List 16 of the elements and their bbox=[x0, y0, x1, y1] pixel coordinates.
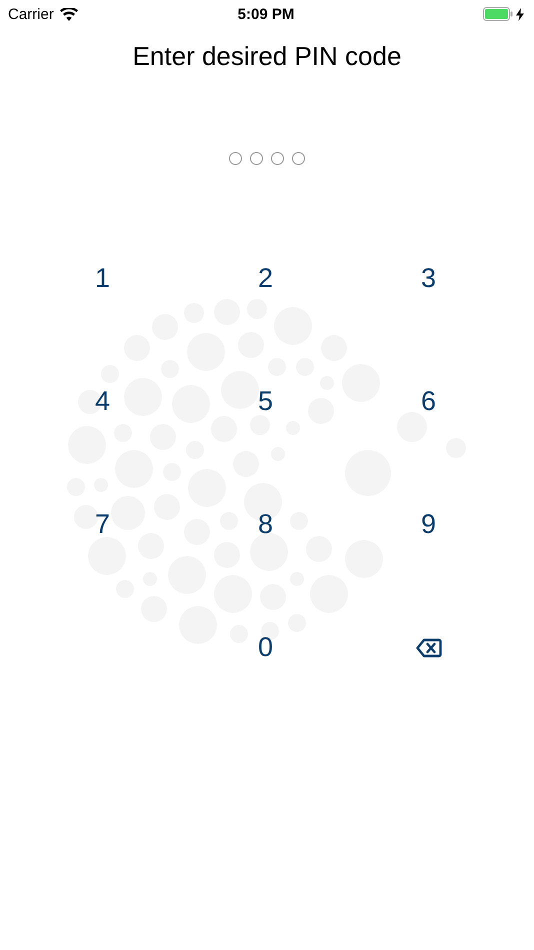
status-time: 5:09 PM bbox=[238, 6, 294, 22]
digit-key[interactable]: 1 bbox=[82, 258, 122, 298]
digit-key[interactable]: 7 bbox=[82, 504, 122, 544]
backspace-icon bbox=[416, 638, 442, 658]
carrier-label: Carrier bbox=[8, 6, 54, 22]
digit-key[interactable]: 0 bbox=[246, 628, 286, 668]
digit-key[interactable]: 5 bbox=[246, 382, 286, 422]
digit-key[interactable]: 3 bbox=[408, 258, 448, 298]
digit-key[interactable]: 2 bbox=[246, 258, 286, 298]
page-title: Enter desired PIN code bbox=[132, 41, 402, 72]
wifi-icon bbox=[60, 8, 78, 20]
digit-key[interactable]: 4 bbox=[82, 382, 122, 422]
digit-key[interactable]: 8 bbox=[246, 504, 286, 544]
digit-key[interactable]: 6 bbox=[408, 382, 448, 422]
digit-key[interactable]: 9 bbox=[408, 504, 448, 544]
battery-icon bbox=[483, 7, 513, 21]
